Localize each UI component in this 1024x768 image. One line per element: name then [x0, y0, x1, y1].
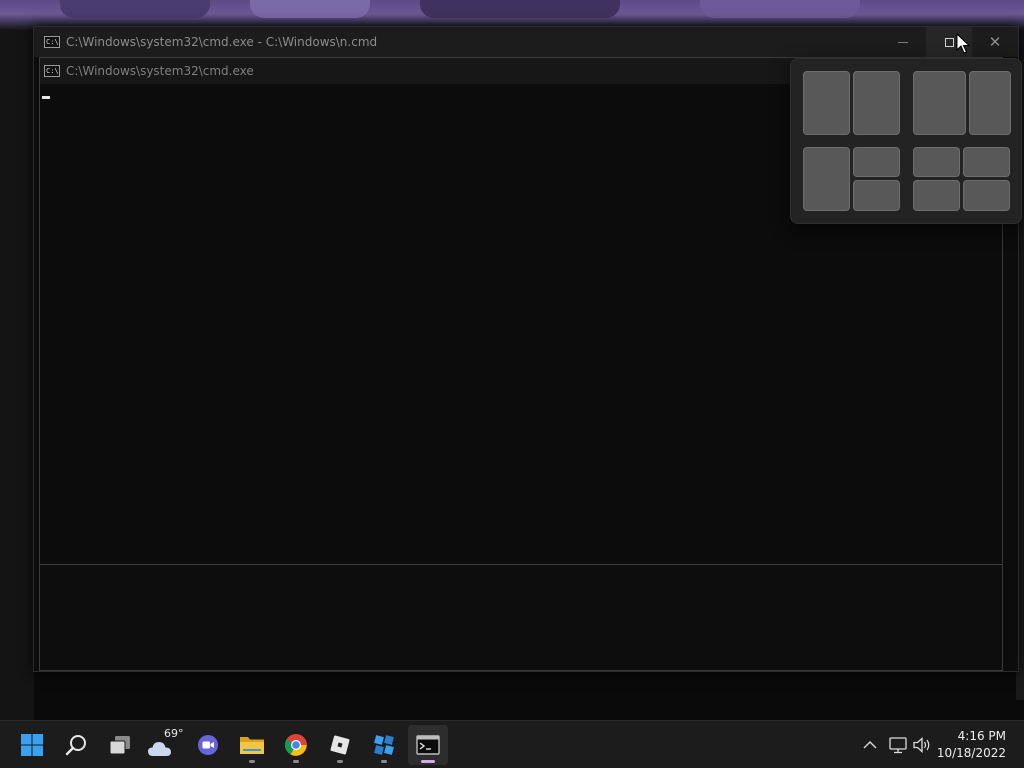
- show-hidden-icons-button[interactable]: [858, 733, 882, 757]
- chrome-button[interactable]: [276, 725, 316, 765]
- command-prompt-button[interactable]: [408, 725, 448, 765]
- inner-window-title: C:\Windows\system32\cmd.exe: [66, 64, 254, 78]
- terminal-icon: [416, 735, 440, 755]
- snap-stack: [963, 147, 1010, 211]
- caption-buttons: ✕: [880, 27, 1018, 57]
- wallpaper-shape: [700, 0, 860, 18]
- snap-layout-main-stacked: [803, 147, 900, 211]
- snap-layout-two-columns: [803, 71, 900, 135]
- snap-layout-quadrants: [913, 147, 1010, 211]
- weather-temperature: 69°: [164, 727, 184, 740]
- cmd-app-icon: C:\: [44, 65, 60, 77]
- volume-button[interactable]: [910, 733, 934, 757]
- title-bar[interactable]: C:\ C:\Windows\system32\cmd.exe - C:\Win…: [34, 27, 1018, 57]
- folder-icon: [240, 737, 264, 754]
- snap-zone-top-right[interactable]: [853, 147, 900, 177]
- snap-layouts-flyout: [790, 58, 1022, 224]
- active-indicator: [421, 760, 435, 763]
- weather-cloud-icon: [148, 742, 171, 756]
- wallpaper-shape: [250, 0, 370, 18]
- close-icon: ✕: [988, 32, 1002, 51]
- running-indicator: [337, 760, 343, 763]
- snap-zone-bottom-left[interactable]: [913, 180, 960, 211]
- task-view-icon: [109, 736, 130, 755]
- clock[interactable]: 4:16 PM 10/18/2022: [937, 728, 1006, 762]
- snap-zone-right[interactable]: [853, 71, 900, 135]
- wallpaper-shape: [420, 0, 620, 18]
- network-button[interactable]: [886, 733, 910, 757]
- clock-date: 10/18/2022: [936, 746, 1006, 760]
- maximize-icon: [944, 37, 954, 47]
- task-view-button[interactable]: [100, 725, 140, 765]
- snap-zone-bottom-right[interactable]: [853, 180, 900, 211]
- network-icon: [889, 737, 907, 754]
- volume-icon: [913, 737, 930, 753]
- close-button[interactable]: ✕: [972, 27, 1018, 57]
- file-explorer-button[interactable]: [232, 725, 272, 765]
- desktop-icon-column: [0, 30, 34, 720]
- roblox-studio-icon: [374, 735, 394, 755]
- window-title: C:\Windows\system32\cmd.exe - C:\Windows…: [66, 35, 378, 49]
- mouse-pointer-icon: [956, 33, 970, 54]
- roblox-icon: [330, 735, 350, 755]
- snap-zone-left[interactable]: [803, 71, 850, 135]
- running-indicator: [381, 760, 387, 763]
- roblox-studio-button[interactable]: [364, 725, 404, 765]
- snap-zone-top-right[interactable]: [963, 147, 1010, 177]
- taskbar: 69° 4:16 PM 10/18/2022: [0, 720, 1024, 768]
- snap-zone-bottom-right[interactable]: [963, 180, 1010, 211]
- snap-stack: [913, 147, 960, 211]
- snap-stack: [853, 147, 900, 211]
- start-button[interactable]: [12, 725, 52, 765]
- roblox-button[interactable]: [320, 725, 360, 765]
- snap-zone-right-narrow[interactable]: [969, 71, 1011, 135]
- snap-zone-left-wide[interactable]: [913, 71, 966, 135]
- wallpaper-shape: [60, 0, 210, 18]
- snap-zone-top-left[interactable]: [913, 147, 960, 177]
- windows-logo-icon: [21, 734, 43, 756]
- cmd-app-icon: C:\: [44, 36, 60, 48]
- search-button[interactable]: [56, 725, 96, 765]
- text-cursor: [42, 96, 50, 99]
- console-lower-pane: [40, 565, 1002, 670]
- minimize-button[interactable]: [880, 27, 926, 57]
- snap-zone-main-left[interactable]: [803, 147, 850, 211]
- running-indicator: [249, 760, 255, 763]
- clock-time: 4:16 PM: [957, 729, 1006, 743]
- chat-button[interactable]: [188, 725, 228, 765]
- running-indicator: [293, 760, 299, 763]
- search-icon: [65, 735, 86, 756]
- video-camera-icon: [198, 735, 218, 755]
- snap-layout-wide-left: [913, 71, 1011, 135]
- chrome-icon: [285, 734, 307, 756]
- minimize-icon: [898, 41, 908, 43]
- chevron-up-icon: [863, 741, 877, 749]
